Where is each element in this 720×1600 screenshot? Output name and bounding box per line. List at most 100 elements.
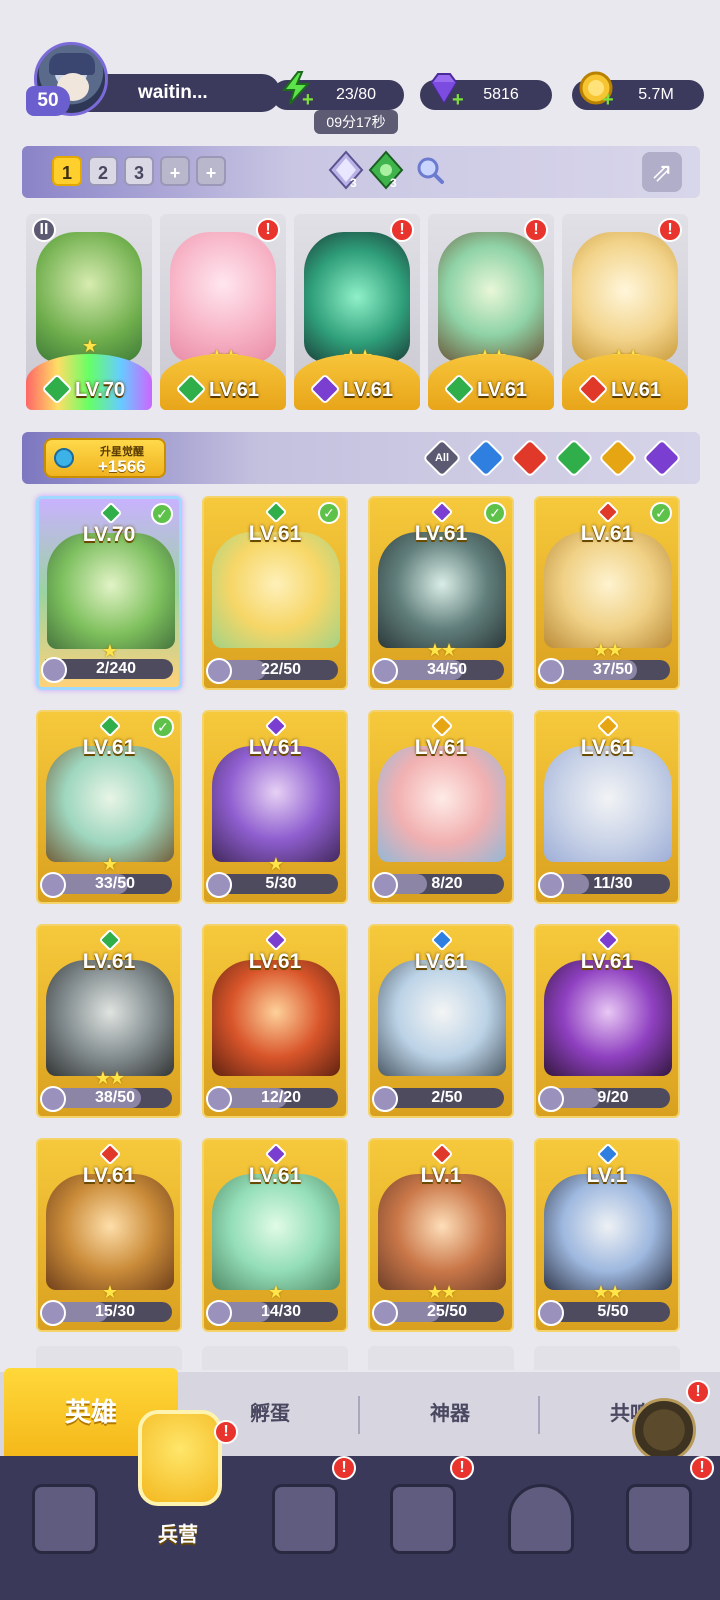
hero-stars: ★★ [426,1282,457,1302]
soul-shard-icon [40,872,66,898]
hero-card[interactable]: LV.61 9/20 [534,924,680,1118]
hero-card[interactable]: LV.61 8/20 [368,710,514,904]
awaken-button[interactable]: 升星觉醒 +1566 [44,438,166,478]
team-bar: 1 2 3 + + 3 3 ⇗ [22,146,700,198]
nav-mushroom[interactable] [480,1470,600,1592]
hero-stars: ★★ [592,1282,623,1302]
hero-card[interactable]: LV.61 2/50 [368,924,514,1118]
hero-card[interactable]: LV.61 11/30 [534,710,680,904]
hero-portrait [170,232,276,362]
hero-level: LV.61 [580,736,634,759]
soul-shard-icon [538,658,564,684]
team-slot-4[interactable]: ! ★★ LV.61 [428,214,554,410]
hero-portrait [212,532,340,648]
hero-portrait [212,1174,340,1290]
hero-card[interactable]: LV.61 ★ 5/30 [202,710,348,904]
hero-card[interactable]: LV.61 ✓ ★★ 37/50 [534,496,680,690]
hero-card[interactable]: LV.61 ★★ 38/50 [36,924,182,1118]
gold-plus-icon[interactable]: + [602,90,618,110]
filter-water-icon[interactable] [466,438,506,478]
player-level-badge: 50 [26,86,70,116]
tab-artifact[interactable]: 神器 [360,1372,540,1456]
light-element-icon [596,714,620,738]
team-tab-2[interactable]: 2 [88,156,118,186]
hero-portrait [47,533,175,649]
hero-portrait [46,746,174,862]
hero-card[interactable]: LV.1 ★★ 25/50 [368,1138,514,1332]
energy-plus-icon[interactable]: + [302,90,318,110]
hero-level: LV.61 [342,379,394,401]
share-icon[interactable]: ⇗ [642,152,682,192]
hero-portrait [378,1174,506,1290]
hero-level: LV.61 [82,736,136,759]
alert-icon: ! [390,218,414,242]
team-tab-1[interactable]: 1 [52,156,82,186]
player-name[interactable]: waitin... [86,74,280,112]
hero-level: LV.61 [248,736,302,759]
hero-card[interactable]: LV.61 12/20 [202,924,348,1118]
filter-wind-icon[interactable] [554,438,594,478]
wind-element-icon [99,501,123,525]
team-tab-3[interactable]: 3 [124,156,154,186]
nav-shrine[interactable]: ! [362,1456,482,1592]
team-slot-1[interactable]: II ★ LV.70 [26,214,152,410]
team-add-button-2[interactable]: + [196,156,226,186]
nav-barracks[interactable]: 兵营 ! [118,1410,238,1546]
hero-card[interactable]: LV.61 ✓ ★ 33/50 [36,710,182,904]
team-add-button-1[interactable]: + [160,156,190,186]
check-icon: ✓ [484,502,506,524]
fire-element-icon [430,1142,454,1166]
dark-element-icon [264,928,288,952]
hero-card[interactable]: LV.70 ✓ ★ 2/240 [36,496,182,690]
hero-card[interactable]: LV.1 ★★ 5/50 [534,1138,680,1332]
filter-all[interactable]: All [422,438,462,478]
gem-plus-icon[interactable]: + [452,90,468,110]
hero-card[interactable]: LV.61 ✓ 22/50 [202,496,348,690]
search-icon[interactable] [414,154,446,186]
nav-map[interactable]: ! [244,1456,364,1592]
bottom-nav: 兵营 ! ! ! ! [0,1410,720,1600]
compass-button[interactable] [632,1398,696,1462]
hero-portrait [438,232,544,362]
dark-element-icon [430,500,454,524]
light-element-icon [430,714,454,738]
check-icon: ✓ [152,716,174,738]
hero-level: LV.70 [82,523,136,546]
wind-orb-icon[interactable] [366,150,406,190]
hero-portrait [304,232,410,362]
dark-element-icon [596,928,620,952]
soul-shard-icon [40,1300,66,1326]
player-profile[interactable]: 50 waitin... [26,42,280,116]
nav-cards[interactable] [4,1470,124,1592]
hero-stars: ★ [267,1282,284,1302]
alert-icon: ! [332,1456,356,1480]
filter-dark-icon[interactable] [642,438,682,478]
hero-level: LV.61 [580,950,634,973]
team-slot-5[interactable]: ! ★★ LV.61 [562,214,688,410]
hero-card[interactable]: LV.61 ✓ ★★ 34/50 [368,496,514,690]
alert-icon: ! [690,1456,714,1480]
team-slot-3[interactable]: ! ★★ LV.61 [294,214,420,410]
alert-icon: ! [686,1380,710,1404]
hero-card[interactable]: LV.61 ★ 15/30 [36,1138,182,1332]
wind-orb-count: 3 [390,176,397,190]
filter-light-icon[interactable] [598,438,638,478]
alert-icon: ! [658,218,682,242]
hero-card-partial [368,1346,514,1370]
filter-fire-icon[interactable] [510,438,550,478]
crystal-orb-icon[interactable] [326,150,366,190]
hero-card-partial [202,1346,348,1370]
hero-level: LV.1 [586,1164,628,1187]
soul-shard-icon [372,872,398,898]
hero-portrait [212,960,340,1076]
banner-icon [626,1484,692,1554]
hero-level: LV.61 [248,522,302,545]
team-slot-2[interactable]: ! ★★ LV.61 [160,214,286,410]
hero-portrait [46,960,174,1076]
hero-card[interactable]: LV.61 ★ 14/30 [202,1138,348,1332]
hero-portrait [544,532,672,648]
key-icon [54,448,74,468]
alert-icon: ! [524,218,548,242]
rank-badge: II [32,218,56,242]
nav-guild[interactable]: ! [598,1456,718,1592]
